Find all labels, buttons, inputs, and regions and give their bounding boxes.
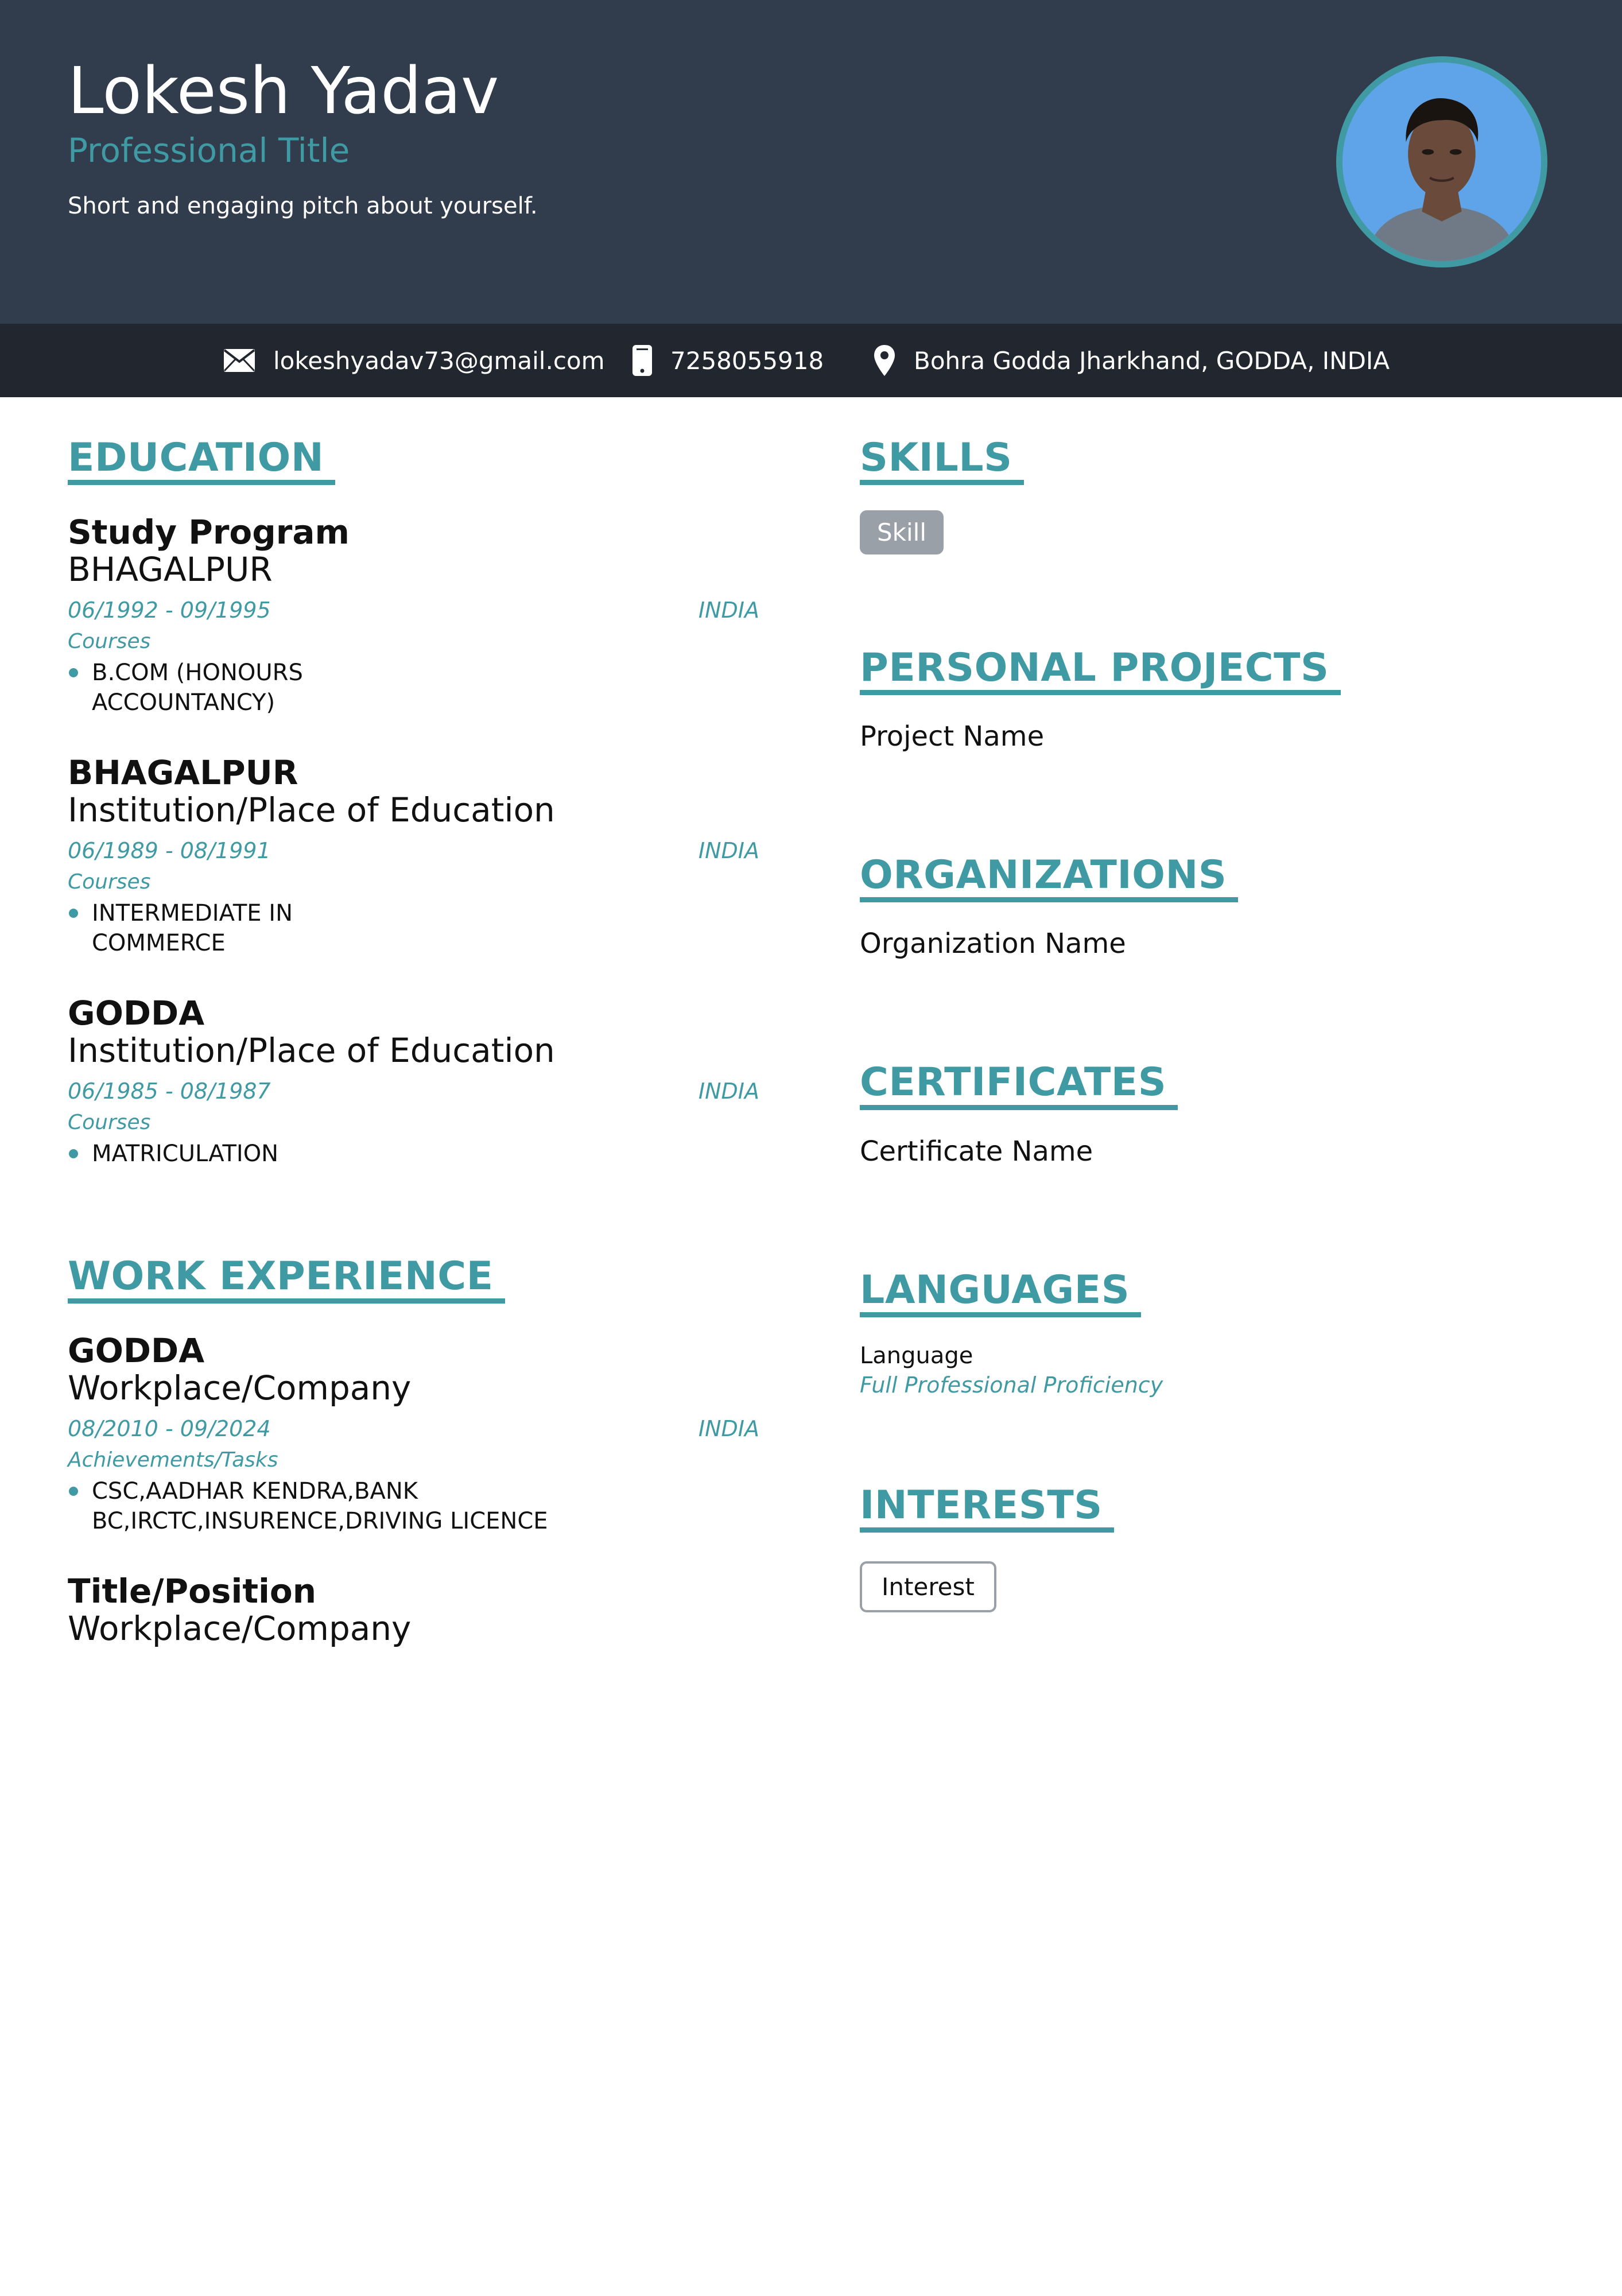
entry-dates: 08/2010 - 09/2024 (68, 1415, 271, 1441)
list-item: CSC,AADHAR KENDRA,BANK BC,IRCTC,INSURENC… (68, 1476, 759, 1536)
entry-title: Title/Position (68, 1571, 317, 1611)
work-section: WORK EXPERIENCE GODDA Workplace/Company … (68, 1254, 759, 1648)
entry-label: Courses (68, 630, 151, 654)
interest-tag: Interest (860, 1561, 996, 1612)
education-heading: EDUCATION (68, 436, 336, 486)
header: Lokesh Yadav Professional Title Short an… (0, 0, 1622, 324)
entry-location: INDIA (698, 1078, 759, 1104)
work-entry: GODDA Workplace/Company 08/2010 - 09/202… (68, 1332, 759, 1536)
entry-label: Courses (68, 870, 151, 894)
organizations-section: ORGANIZATIONS Organization Name (860, 854, 1549, 960)
organizations-heading: ORGANIZATIONS (860, 854, 1239, 903)
work-heading: WORK EXPERIENCE (68, 1254, 505, 1304)
entry-meta: 08/2010 - 09/2024 INDIA (68, 1416, 759, 1441)
education-section: EDUCATION Study Program BHAGALPUR 06/199… (68, 436, 759, 1169)
languages-heading: LANGUAGES (860, 1268, 1142, 1317)
entry-dates: 06/1992 - 09/1995 (68, 598, 271, 623)
projects-section: PERSONAL PROJECTS Project Name (860, 646, 1549, 753)
entry-subtitle: Institution/Place of Education (68, 1030, 555, 1070)
left-column: EDUCATION Study Program BHAGALPUR 06/199… (68, 436, 759, 1647)
contact-phone[interactable]: 7258055918 (631, 324, 824, 397)
envelope-icon (223, 349, 255, 372)
contact-location: Bohra Godda Jharkhand, GODDA, INDIA (872, 324, 1390, 397)
skills-section: SKILLS Skill (860, 436, 1549, 555)
organization-name: Organization Name (860, 928, 1126, 960)
list-item: B.COM (HONOURS ACCOUNTANCY) (68, 658, 333, 718)
list-item: INTERMEDIATE IN COMMERCE (68, 898, 333, 958)
entry-meta: 06/1985 - 08/1987 INDIA (68, 1079, 759, 1104)
professional-title: Professional Title (68, 131, 350, 170)
contact-email[interactable]: lokeshyadav73@gmail.com (223, 324, 605, 397)
entry-title: GODDA (68, 993, 205, 1033)
full-name: Lokesh Yadav (68, 54, 499, 129)
entry-title: BHAGALPUR (68, 753, 298, 793)
location-pin-icon (874, 345, 895, 376)
entry-meta: 06/1989 - 08/1991 INDIA (68, 838, 759, 863)
interests-section: INTERESTS Interest (860, 1483, 1549, 1612)
entry-dates: 06/1985 - 08/1987 (68, 1078, 271, 1104)
project-name: Project Name (860, 720, 1045, 753)
entry-meta: 06/1992 - 09/1995 INDIA (68, 598, 759, 623)
location-text: Bohra Godda Jharkhand, GODDA, INDIA (914, 346, 1390, 375)
certificates-heading: CERTIFICATES (860, 1061, 1178, 1110)
entry-title: GODDA (68, 1331, 205, 1371)
entry-title: Study Program (68, 513, 350, 552)
course-list: B.COM (HONOURS ACCOUNTANCY) (68, 658, 759, 718)
certificates-section: CERTIFICATES Certificate Name (860, 1061, 1549, 1168)
entry-subtitle: BHAGALPUR (68, 550, 273, 589)
course-list: MATRICULATION (68, 1139, 759, 1169)
certificate-name: Certificate Name (860, 1135, 1093, 1168)
entry-subtitle: Institution/Place of Education (68, 790, 555, 830)
phone-icon (632, 345, 652, 376)
entry-dates: 06/1989 - 08/1991 (68, 837, 271, 863)
language-name: Language (860, 1342, 973, 1369)
profile-photo (1336, 56, 1547, 267)
entry-label: Courses (68, 1110, 151, 1134)
language-level: Full Professional Proficiency (860, 1372, 1163, 1398)
languages-section: LANGUAGES Language Full Professional Pro… (860, 1268, 1549, 1398)
entry-subtitle: Workplace/Company (68, 1608, 412, 1648)
education-entry: BHAGALPUR Institution/Place of Education… (68, 754, 759, 958)
right-column: SKILLS Skill PERSONAL PROJECTS Project N… (860, 436, 1549, 1612)
pitch-text: Short and engaging pitch about yourself. (68, 193, 538, 219)
course-list: INTERMEDIATE IN COMMERCE (68, 898, 759, 958)
entry-location: INDIA (698, 1415, 759, 1441)
projects-heading: PERSONAL PROJECTS (860, 646, 1341, 696)
email-text: lokeshyadav73@gmail.com (273, 346, 605, 375)
entry-location: INDIA (698, 598, 759, 623)
task-list: CSC,AADHAR KENDRA,BANK BC,IRCTC,INSURENC… (68, 1476, 759, 1536)
contact-bar: lokeshyadav73@gmail.com 7258055918 Bohra… (0, 324, 1622, 397)
skill-tag: Skill (860, 510, 944, 555)
entry-label: Achievements/Tasks (68, 1448, 278, 1472)
entry-location: INDIA (698, 837, 759, 863)
list-item: MATRICULATION (68, 1139, 759, 1169)
work-entry: Title/Position Workplace/Company (68, 1571, 759, 1648)
education-entry: GODDA Institution/Place of Education 06/… (68, 995, 759, 1169)
entry-subtitle: Workplace/Company (68, 1368, 412, 1407)
phone-text: 7258055918 (670, 346, 824, 375)
skills-heading: SKILLS (860, 436, 1024, 486)
education-entry: Study Program BHAGALPUR 06/1992 - 09/199… (68, 514, 759, 718)
interests-heading: INTERESTS (860, 1483, 1114, 1533)
